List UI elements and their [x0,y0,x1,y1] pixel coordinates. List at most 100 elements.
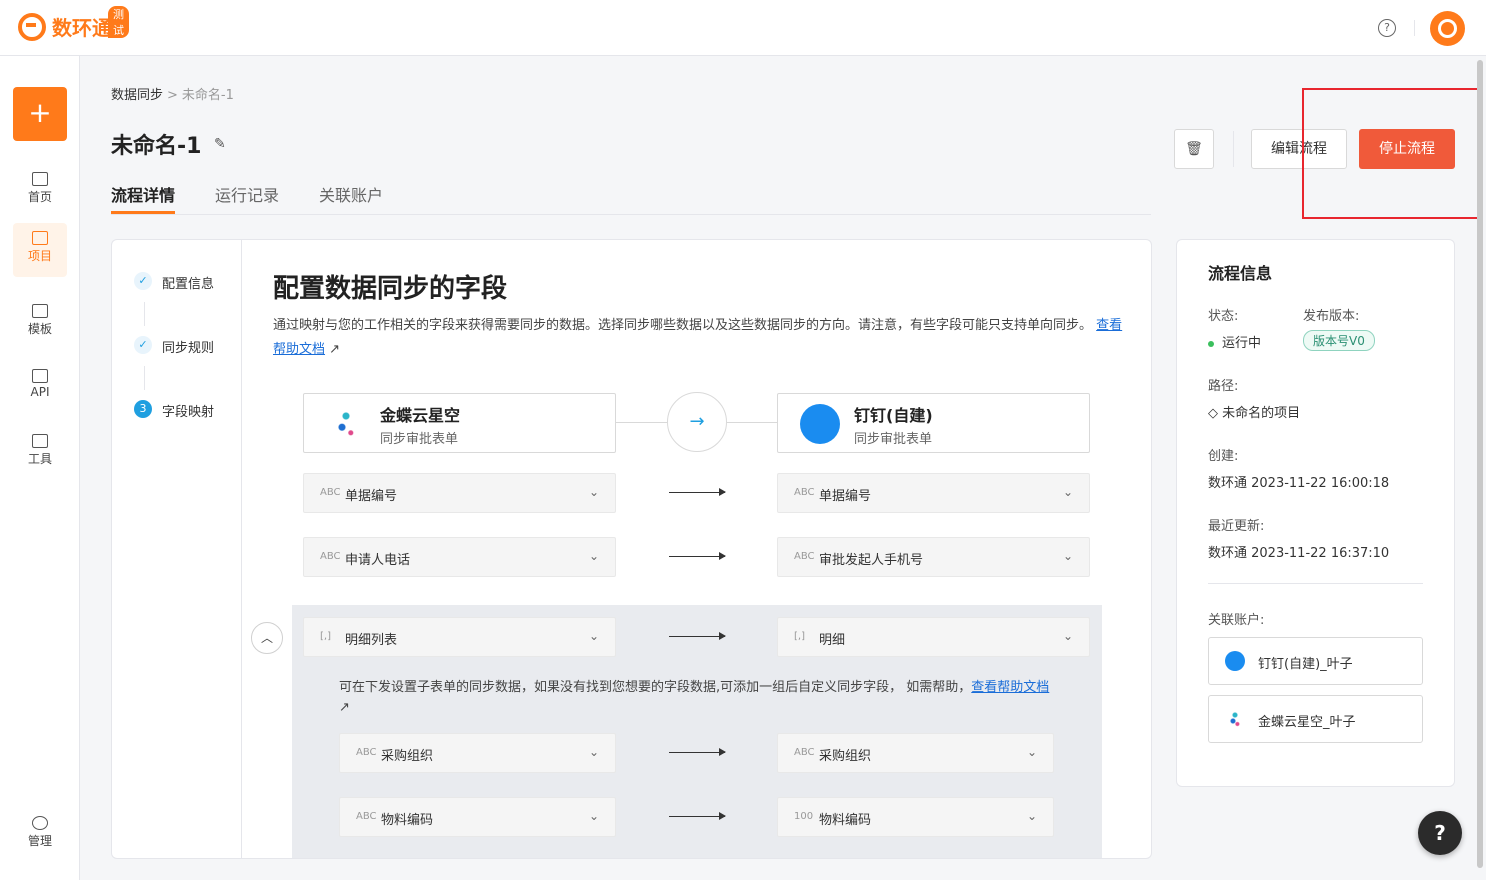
breadcrumb-current: 未命名-1 [181,88,234,103]
sidebar-item-tools[interactable]: 工具 [13,426,67,480]
map-arrow-icon [669,812,726,820]
breadcrumb-parent[interactable]: 数据同步 [111,88,163,103]
source-subfield-select[interactable]: ABC 采购组织 ⌄ [339,733,616,773]
source-field-select[interactable]: ABC 单据编号 ⌄ [303,473,616,513]
sidebar-item-label: 模板 [27,322,52,336]
chevron-down-icon: ⌄ [1062,629,1073,643]
field-type: ABC [320,551,341,562]
source-app-name: 金蝶云星空 [380,406,461,425]
map-arrow-icon [669,748,726,756]
updated-value: 数环通 2023-11-22 16:37:10 [1208,546,1390,561]
status-label: 状态: [1208,309,1239,324]
chevron-down-icon: ⌄ [588,485,599,499]
flow-info-panel: 流程信息 状态: 发布版本: 运行中 版本号V0 路径: ◇ 未命名的项目 创建… [1176,239,1455,787]
top-bar: 数环通 测试 ? [0,0,1486,56]
layers-icon [32,231,48,245]
avatar[interactable] [1430,11,1465,46]
target-subfield-select[interactable]: ABC 采购组织 ⌄ [777,733,1054,773]
updated-label: 最近更新: [1208,519,1265,534]
account-name: 钉钉(自建)_叶子 [1258,657,1353,672]
sidebar-item-label: API [30,385,50,399]
field-type: [,] [794,631,805,642]
step-field-mapping[interactable]: 3 字段映射 [134,400,215,420]
field-name: 物料编码 [819,813,872,828]
source-subtable-select[interactable]: [,] 明细列表 ⌄ [303,617,616,657]
help-icon[interactable]: ? [1378,19,1396,37]
note-text: 可在下发设置子表单的同步数据，如果没有找到您想要的字段数据,可添加一组后自定义同… [339,680,972,695]
dingtalk-icon [1225,651,1245,671]
page-scrollbar[interactable] [1477,60,1483,868]
gear-icon [32,816,48,830]
created-value: 数环通 2023-11-22 16:00:18 [1208,476,1390,491]
target-subfield-select[interactable]: 100 物料编码 ⌄ [777,797,1054,837]
step-label: 字段映射 [162,405,215,420]
help-doc-link[interactable]: 查看帮助文档 [971,680,1049,695]
source-subfield-select[interactable]: ABC 物料编码 ⌄ [339,797,616,837]
desc-text: 通过映射与您的工作相关的字段来获得需要同步的数据。选择同步哪些数据以及这些数据同… [273,318,1093,333]
sidebar-item-admin[interactable]: 管理 [13,808,67,862]
delete-button[interactable]: 🗑 [1174,129,1214,169]
check-icon: ✓ [134,272,152,290]
page-title: 未命名-1 [111,134,202,159]
section-title: 配置数据同步的字段 [273,274,508,304]
external-link-icon: ↗ [339,700,350,715]
floating-help-button[interactable]: ? [1418,811,1462,855]
sidebar-item-api[interactable]: API [13,361,67,415]
tab-accounts[interactable]: 关联账户 [319,182,383,206]
account-item-kingdee[interactable]: 金蝶云星空_叶子 [1208,695,1423,743]
sliders-icon [32,434,48,448]
target-app: 钉钉(自建) 同步审批表单 [777,393,1090,453]
chevron-down-icon: ⌄ [1062,485,1073,499]
info-title: 流程信息 [1208,264,1273,283]
logo[interactable]: 数环通 测试 [18,6,129,41]
step-sync-rules[interactable]: ✓ 同步规则 [134,336,214,356]
edit-title-icon[interactable]: ✎ [214,136,226,152]
collapse-button[interactable]: ︿ [251,622,283,654]
field-name: 采购组织 [381,749,434,764]
field-type: ABC [794,747,815,758]
add-button[interactable]: + [13,87,67,141]
target-field-select[interactable]: ABC 单据编号 ⌄ [777,473,1090,513]
source-app-sub: 同步审批表单 [380,432,459,447]
grid-icon [32,304,48,318]
map-arrow-icon [669,552,726,560]
field-name: 采购组织 [819,749,872,764]
check-icon: ✓ [134,336,152,354]
trash-icon: 🗑 [1185,141,1203,157]
step-label: 配置信息 [162,277,215,292]
layers-icon: ◇ [1208,406,1223,421]
step-config[interactable]: ✓ 配置信息 [134,272,215,292]
sidebar-item-label: 首页 [27,190,52,204]
source-app: 金蝶云星空 同步审批表单 [303,393,616,453]
target-field-select[interactable]: ABC 审批发起人手机号 ⌄ [777,537,1090,577]
path-value[interactable]: ◇ 未命名的项目 [1208,402,1300,421]
sidebar-item-home[interactable]: 首页 [13,164,67,218]
field-name: 单据编号 [345,489,398,504]
tab-details[interactable]: 流程详情 [111,182,176,214]
subtable-note: 可在下发设置子表单的同步数据，如果没有找到您想要的字段数据,可添加一组后自定义同… [339,678,1059,718]
sidebar-item-templates[interactable]: 模板 [13,296,67,350]
field-type: ABC [320,487,341,498]
divider [1414,20,1415,36]
field-type: ABC [794,487,815,498]
tab-run-log[interactable]: 运行记录 [215,182,279,206]
field-type: 100 [794,811,814,822]
source-field-select[interactable]: ABC 申请人电话 ⌄ [303,537,616,577]
external-link-icon: ↗ [325,342,341,357]
sidebar-item-projects[interactable]: 项目 [13,223,67,277]
kingdee-icon [1225,709,1245,729]
target-app-sub: 同步审批表单 [854,432,933,447]
divider [1208,583,1423,584]
account-item-dingtalk[interactable]: 钉钉(自建)_叶子 [1208,637,1423,685]
target-subtable-select[interactable]: [,] 明细 ⌄ [777,617,1090,657]
highlight-box [1302,88,1483,219]
logo-icon [18,12,46,41]
field-type: ABC [794,551,815,562]
status-value: 运行中 [1208,332,1261,351]
field-type: ABC [356,747,377,758]
main-area: 数据同步 > 未命名-1 未命名-1 ✎ 流程详情 运行记录 关联账户 🗑 编辑流程… [80,56,1486,880]
connector-line [727,422,778,423]
step-connector [144,302,145,326]
field-name: 审批发起人手机号 [819,553,924,568]
api-icon [32,369,48,383]
